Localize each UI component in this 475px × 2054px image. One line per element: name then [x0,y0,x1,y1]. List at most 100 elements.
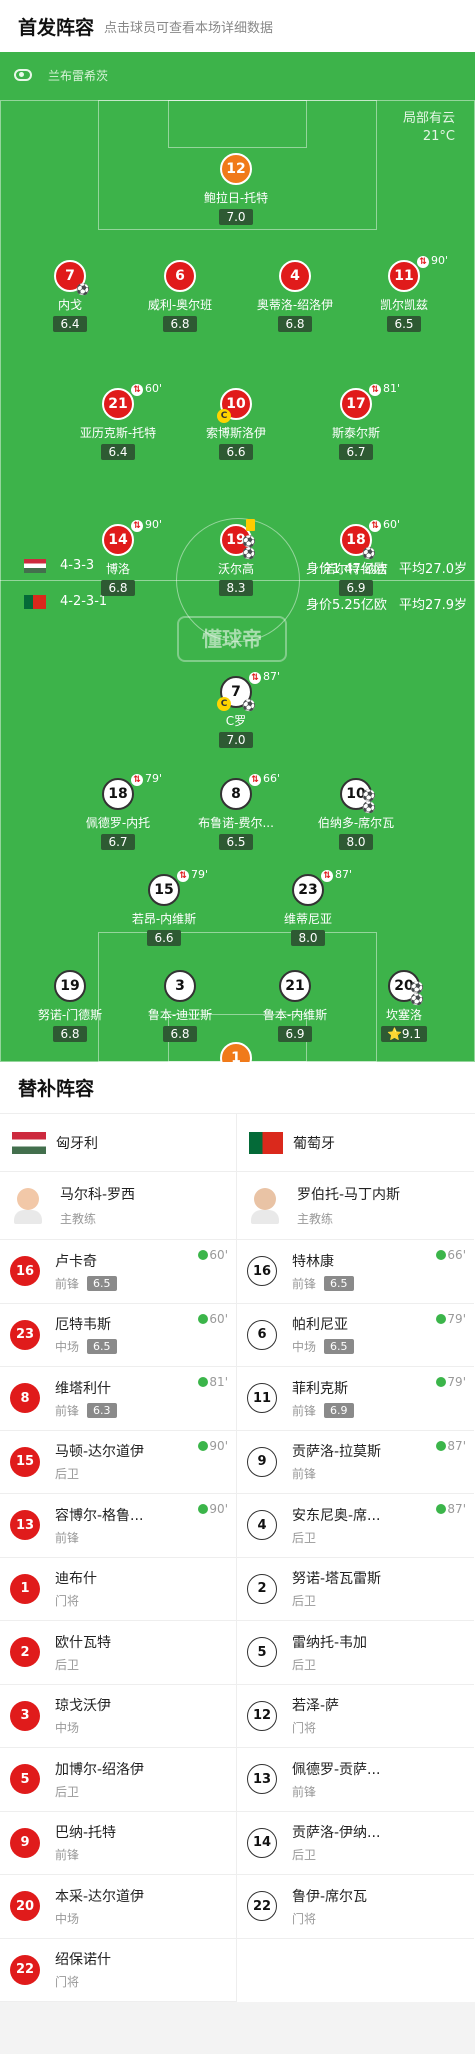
away-player[interactable]: 10 ⚽⚽ 伯纳多-席尔瓦 8.0 [296,778,416,850]
sub-player-row[interactable]: 12 若泽-萨 门将 [237,1685,474,1748]
substitution-time: 87' [263,670,281,683]
sub-player-row[interactable]: 22 绍保诺什 门将 [0,1939,236,2002]
sub-in-time: 60' [198,1312,228,1326]
goal-icon: ⚽⚽ [362,789,376,814]
player-number: 10 ⚽⚽ [340,778,376,814]
home-player[interactable]: 4 奥蒂洛-绍洛伊 6.8 [235,260,355,332]
player-number: 8 ⇅ 66' [220,772,280,810]
sub-player-name: 佩德罗-贡萨... [292,1761,381,1778]
sub-in-time-value: 90' [209,1502,228,1516]
sub-player-row[interactable]: 6 帕利尼亚 中场 6.5 79' [237,1304,474,1367]
away-player[interactable]: 15 ⇅ 79' 若昂-内维斯 6.6 [104,868,224,946]
player-rating: 6.8 [163,316,197,332]
home-player[interactable]: 12 鲍拉日-托特 7.0 [176,153,296,225]
sub-player-position: 前锋 [292,1276,317,1291]
sub-player-row[interactable]: 9 贡萨洛-拉莫斯 前锋 87' [237,1431,474,1494]
sub-in-time-value: 79' [447,1375,466,1389]
sub-player-name: 帕利尼亚 [292,1317,348,1334]
player-rating: 6.8 [53,1026,87,1042]
sub-player-row[interactable]: 2 努诺-塔瓦雷斯 后卫 [237,1558,474,1621]
sub-player-name: 厄特韦斯 [55,1317,111,1334]
sub-player-row[interactable]: 14 贡萨洛-伊纳... 后卫 [237,1812,474,1875]
sub-in-icon [436,1250,447,1260]
home-player[interactable]: 14 ⇅ 90' 博洛 6.8 [58,518,178,596]
sub-player-row[interactable]: 9 巴纳-托特 前锋 [0,1812,236,1875]
substitution-time: 60' [145,382,163,395]
player-number: 11 ⇅ 90' [388,254,448,292]
sub-player-rating: 6.5 [87,1339,117,1355]
away-player[interactable]: 20 ⚽⚽ 坎塞洛 ⭐9.1 [344,970,464,1042]
sub-player-row[interactable]: 16 特林康 前锋 6.5 66' [237,1240,474,1304]
subs-title: 替补阵容 [0,1062,475,1114]
away-player[interactable]: 18 ⇅ 79' 佩德罗-内托 6.7 [58,772,178,850]
venue-name: 兰布雷希茨 [48,68,109,83]
sub-player-name: 卢卡奇 [55,1253,97,1270]
away-player[interactable]: 8 ⇅ 66' 布鲁诺-费尔... 6.5 [176,772,296,850]
player-rating: 6.6 [147,930,181,946]
substitution-time: 90' [431,254,449,267]
sub-player-row[interactable]: 5 雷纳托-韦加 后卫 [237,1621,474,1685]
sub-player-position: 前锋 [292,1784,317,1799]
sub-player-row[interactable]: 8 维塔利什 前锋 6.3 81' [0,1367,236,1431]
home-player[interactable]: 18 ⇅ 60' ⚽ 若尔特-纳吉 6.9 [296,518,416,596]
player-name: 博洛 [105,562,130,576]
sub-player-number: 6 [247,1319,277,1350]
player-rating: 6.8 [163,1026,197,1042]
sub-in-time: 87' [436,1439,466,1453]
home-team-row[interactable]: 匈牙利 [0,1114,236,1172]
sub-player-row[interactable]: 16 卢卡奇 前锋 6.5 60' [0,1240,236,1304]
away-player[interactable]: 3 鲁本-迪亚斯 6.8 [120,970,240,1042]
sub-player-position: 前锋 [55,1530,80,1545]
coach-role: 主教练 [60,1212,97,1226]
home-player[interactable]: 21 ⇅ 60' 亚历克斯-托特 6.4 [58,382,178,460]
sub-player-row[interactable]: 5 加博尔-绍洛伊 后卫 [0,1748,236,1812]
sub-player-row[interactable]: 2 欧什瓦特 后卫 [0,1621,236,1685]
hungary-flag-icon [12,1131,46,1154]
away-player[interactable]: 7 ⇅ 87' C ⚽ C罗 7.0 [176,670,296,748]
sub-player-position: 后卫 [292,1657,317,1672]
watermark: 懂球帝 [177,616,287,662]
sub-player-row[interactable]: 22 鲁伊-席尔瓦 门将 [237,1875,474,1939]
sub-player-position: 后卫 [55,1784,80,1799]
away-player[interactable]: 19 努诺-门德斯 6.8 [10,970,130,1042]
away-player[interactable]: 23 ⇅ 87' 维蒂尼亚 8.0 [248,868,368,946]
sub-player-number: 3 [10,1700,40,1731]
away-team-row[interactable]: 葡萄牙 [237,1114,474,1172]
sub-player-row[interactable]: 1 迪布什 门将 [0,1558,236,1621]
sub-player-row[interactable]: 15 马顿-达尔道伊 后卫 90' [0,1431,236,1494]
home-player[interactable]: 11 ⇅ 90' 凯尔凯兹 6.5 [344,254,464,332]
away-player[interactable]: 21 鲁本-内维斯 6.9 [235,970,355,1042]
sub-in-time-value: 66' [447,1248,466,1262]
sub-player-row[interactable]: 13 容博尔-格鲁... 前锋 90' [0,1494,236,1558]
home-player[interactable]: 17 ⇅ 81' 斯泰尔斯 6.7 [296,382,416,460]
home-player[interactable]: 7 ⚽ 内戈 6.4 [10,260,130,332]
sub-player-row[interactable]: 3 琼戈沃伊 中场 [0,1685,236,1748]
sub-player-position: 前锋 [55,1276,80,1291]
sub-player-position: 前锋 [55,1403,80,1418]
sub-player-row[interactable]: 23 厄特韦斯 中场 6.5 60' [0,1304,236,1367]
sub-player-number: 5 [10,1764,40,1795]
player-number: 19 [54,970,86,1002]
sub-player-name: 贡萨洛-拉莫斯 [292,1444,382,1461]
player-name: 若昂-内维斯 [131,912,197,926]
away-player[interactable]: 1迪奥戈-科斯塔6.3 [176,1042,296,1062]
sub-in-time-value: 87' [447,1502,466,1516]
home-player[interactable]: 10 C 索博斯洛伊 6.6 [176,388,296,460]
home-player[interactable]: 6 威利-奥尔班 6.8 [120,260,240,332]
away-coach[interactable]: 罗伯托-马丁内斯 主教练 [237,1172,474,1240]
home-coach[interactable]: 马尔科-罗西 主教练 [0,1172,236,1240]
sub-player-row[interactable]: 20 本采-达尔道伊 中场 [0,1875,236,1939]
sub-player-row[interactable]: 11 菲利克斯 前锋 6.9 79' [237,1367,474,1431]
sub-in-time: 87' [436,1502,466,1516]
lineup-subtitle: 点击球员可查看本场详细数据 [104,20,274,36]
coach-avatar [251,1187,279,1224]
sub-player-row[interactable]: 13 佩德罗-贡萨... 前锋 [237,1748,474,1812]
lineup-title: 首发阵容 [18,16,95,39]
away-value: 身价5.25亿欧 [305,598,387,613]
player-name: 索博斯洛伊 [205,426,266,440]
player-name: 若尔特-纳吉 [323,562,389,576]
home-player[interactable]: 19 ⚽⚽ 沃尔高 8.3 [176,519,296,596]
sub-player-row[interactable]: 4 安东尼奥-席... 后卫 87' [237,1494,474,1558]
player-number: 12 [220,153,252,185]
player-name: 鲁本-迪亚斯 [147,1008,213,1022]
